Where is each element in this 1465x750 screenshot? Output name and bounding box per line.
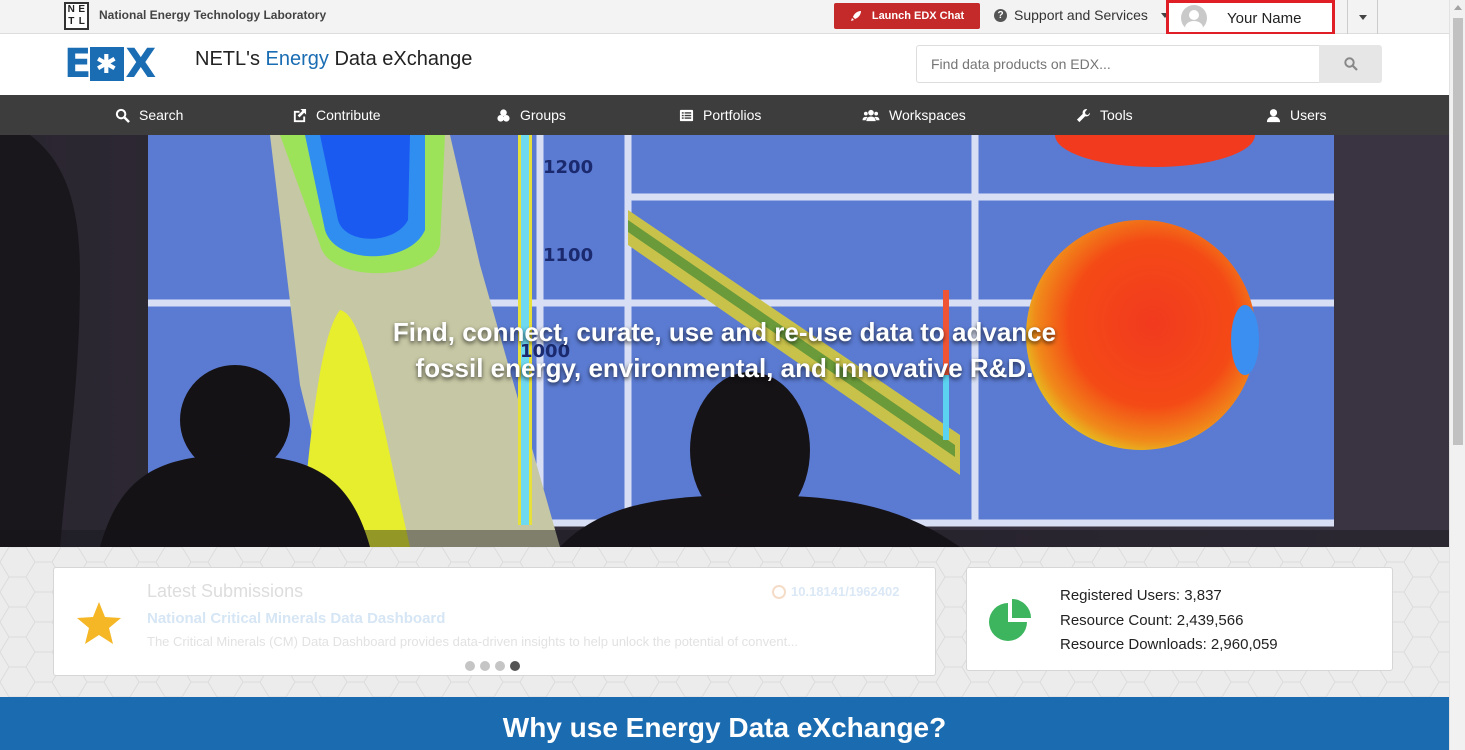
external-link-icon [293, 108, 307, 122]
nav-label: Portfolios [703, 107, 762, 123]
carousel-dot-active[interactable] [510, 661, 520, 671]
nav-label: Contribute [316, 107, 381, 123]
edx-logo[interactable]: E X [64, 41, 156, 87]
registered-users-stat: Registered Users: 3,837 [1060, 587, 1222, 604]
support-label: Support and Services [1014, 7, 1148, 23]
scale-label: 1200 [543, 157, 593, 178]
resource-count-stat: Resource Count: 2,439,566 [1060, 612, 1244, 629]
user-icon [1266, 108, 1281, 122]
doi-icon [772, 584, 786, 599]
star-icon [77, 602, 121, 644]
user-account-button[interactable]: Your Name [1166, 0, 1335, 35]
site-title-highlight: Energy [265, 48, 329, 70]
support-and-services-menu[interactable]: ? Support and Services [994, 7, 1169, 23]
netl-logo-letter: L [78, 16, 85, 27]
page-scrollbar[interactable] [1449, 0, 1465, 750]
users-icon [862, 109, 880, 121]
carousel-dot[interactable] [465, 661, 475, 671]
main-nav: Search Contribute Groups Portfolios Work… [0, 95, 1449, 135]
hero-line-2: fossil energy, environmental, and innova… [415, 353, 1034, 383]
why-use-title: Why use Energy Data eXchange? [502, 712, 947, 743]
group-icon [497, 108, 510, 122]
latest-submission-link[interactable]: National Critical Minerals Data Dashboar… [147, 610, 445, 627]
doi-badge[interactable]: 10.18141/1962402 [772, 584, 899, 599]
netl-logo-letter: N [67, 4, 75, 15]
pie-chart-icon [989, 599, 1031, 641]
search-icon [1343, 57, 1358, 71]
nav-contribute[interactable]: Contribute [292, 95, 381, 135]
nav-label: Groups [520, 107, 566, 123]
doi-value: 10.18141/1962402 [791, 584, 900, 599]
user-menu-dropdown[interactable] [1347, 0, 1378, 34]
nav-workspaces[interactable]: Workspaces [862, 95, 966, 135]
scale-label: 1100 [543, 245, 593, 266]
scroll-up-icon[interactable] [1450, 0, 1465, 16]
site-stats-panel: Registered Users: 3,837 Resource Count: … [966, 567, 1393, 671]
search-button[interactable] [1319, 45, 1382, 83]
hero-banner: 1200 1100 1000 Find, connect, curate, us… [0, 135, 1449, 547]
question-circle-icon: ? [994, 8, 1007, 22]
launch-edx-chat-label: Launch EDX Chat [871, 10, 965, 22]
avatar [1181, 5, 1207, 31]
latest-submission-description: The Critical Minerals (CM) Data Dashboar… [147, 634, 799, 649]
latest-submissions-panel: Latest Submissions National Critical Min… [53, 567, 936, 676]
hero-tagline: Find, connect, curate, use and re-use da… [0, 314, 1449, 386]
edx-logo-x: X [125, 41, 156, 87]
carousel-indicators [465, 661, 520, 671]
search-input[interactable] [916, 45, 1320, 83]
site-header: E X NETL's Energy Data eXchange [0, 34, 1449, 95]
scrollbar-thumb[interactable] [1453, 18, 1463, 445]
wrench-icon [1076, 108, 1091, 122]
nav-users[interactable]: Users [1266, 95, 1327, 135]
site-title-suffix: Data eXchange [334, 48, 473, 70]
resource-downloads-stat: Resource Downloads: 2,960,059 [1060, 636, 1278, 653]
edx-logo-e: E [64, 41, 91, 87]
list-icon [679, 109, 694, 121]
netl-logo-letter: T [68, 16, 75, 27]
nav-label: Users [1290, 107, 1327, 123]
launch-edx-chat-button[interactable]: Launch EDX Chat [834, 3, 980, 29]
latest-submissions-title: Latest Submissions [147, 581, 304, 601]
nav-portfolios[interactable]: Portfolios [679, 95, 761, 135]
user-name: Your Name [1227, 10, 1302, 27]
carousel-dot[interactable] [495, 661, 505, 671]
search-icon [115, 108, 130, 123]
nav-label: Search [139, 107, 184, 123]
rocket-icon [850, 11, 861, 21]
nav-tools[interactable]: Tools [1076, 95, 1133, 135]
hero-line-1: Find, connect, curate, use and re-use da… [392, 317, 1057, 347]
nav-search[interactable]: Search [115, 95, 183, 135]
nav-label: Tools [1100, 107, 1133, 123]
chevron-down-icon [1358, 14, 1367, 20]
site-title-prefix: NETL's [195, 48, 260, 70]
nav-groups[interactable]: Groups [496, 95, 566, 135]
edx-logo-star-icon [90, 47, 125, 81]
netl-logo[interactable]: N E T L [64, 2, 89, 30]
nav-label: Workspaces [889, 107, 966, 123]
lab-name-link[interactable]: National Energy Technology Laboratory [99, 8, 326, 22]
top-bar: N E T L National Energy Technology Labor… [0, 0, 1449, 35]
carousel-dot[interactable] [480, 661, 490, 671]
site-title[interactable]: NETL's Energy Data eXchange [195, 48, 472, 71]
netl-logo-letter: E [78, 4, 86, 15]
why-use-banner: Why use Energy Data eXchange? [0, 697, 1449, 750]
